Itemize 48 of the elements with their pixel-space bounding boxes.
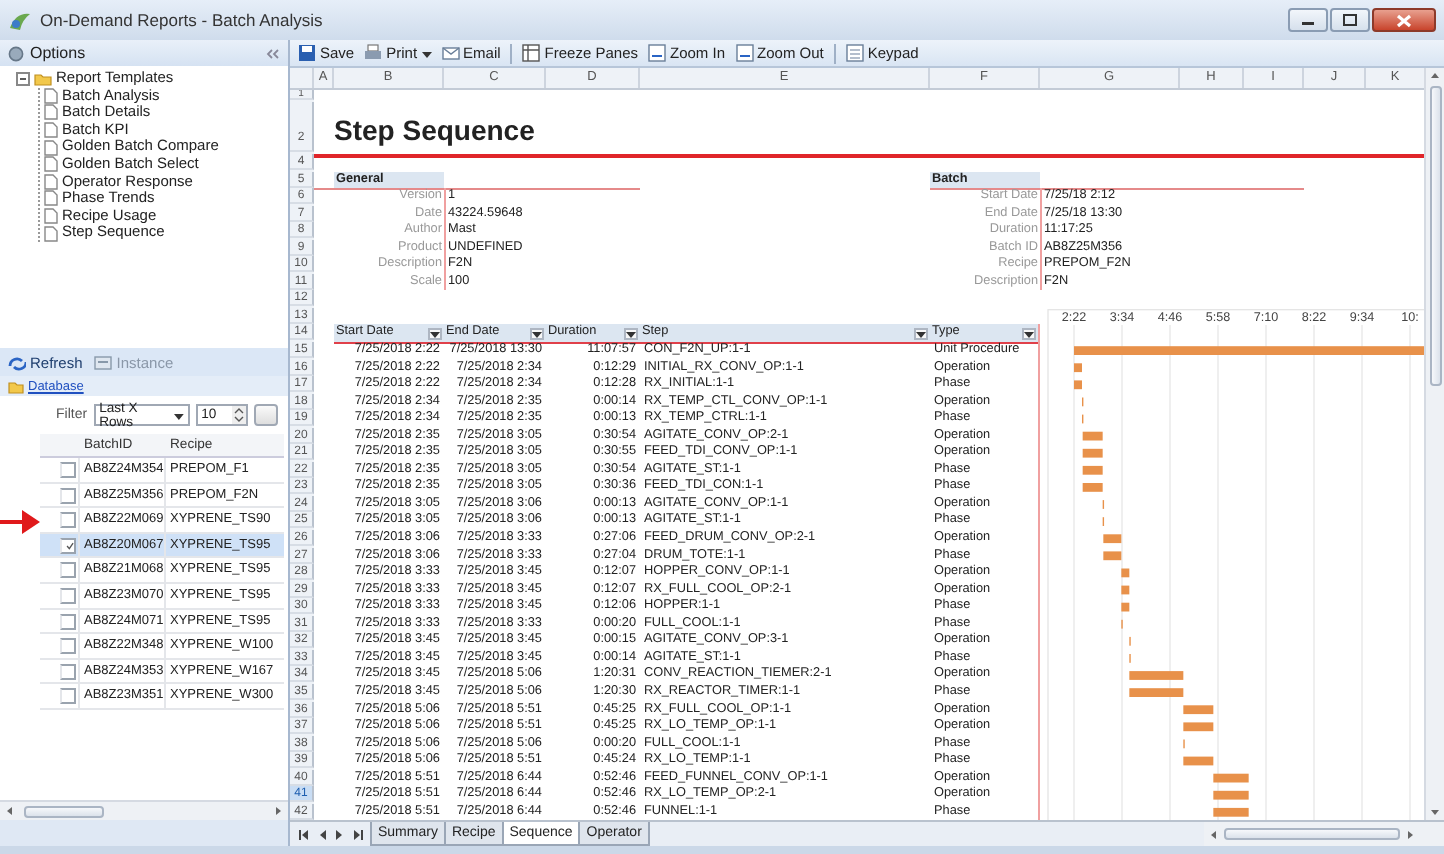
checkbox[interactable] [60, 537, 76, 554]
app-icon [8, 9, 32, 31]
panel-title: Options [30, 44, 86, 62]
caret-icon [173, 411, 184, 419]
checkbox[interactable] [60, 462, 76, 478]
report-title: Step Sequence [334, 112, 537, 150]
checkbox[interactable] [60, 512, 76, 529]
maximize-button[interactable] [1330, 8, 1370, 32]
last-sheet-icon[interactable] [352, 827, 364, 841]
close-icon [1396, 13, 1412, 27]
checkbox[interactable] [60, 562, 76, 579]
filter-button[interactable] [1022, 327, 1036, 340]
refresh-icon [8, 353, 26, 371]
window-icon [94, 353, 113, 371]
checkbox[interactable] [60, 638, 76, 655]
filter-button[interactable] [624, 327, 638, 340]
pointer-arrow [0, 506, 40, 538]
first-sheet-icon[interactable] [298, 827, 310, 841]
printer-icon [364, 44, 383, 62]
caret-icon [421, 49, 432, 57]
save-icon [298, 44, 316, 62]
minimize-button[interactable] [1288, 8, 1328, 32]
checkbox[interactable] [60, 663, 76, 680]
page-icon [735, 44, 754, 62]
folder-icon [34, 71, 52, 86]
window-title: On-Demand Reports - Batch Analysis [40, 10, 323, 30]
previous-sheet-icon[interactable] [316, 827, 328, 841]
options-icon [8, 45, 24, 61]
checkbox[interactable] [60, 613, 76, 630]
filter-button[interactable] [914, 327, 928, 340]
maximize-icon [1342, 14, 1358, 26]
checkbox[interactable] [60, 688, 76, 705]
keypad-icon [845, 44, 864, 62]
vertical-scrollbar[interactable] [1424, 68, 1444, 820]
filter-button[interactable] [428, 327, 442, 340]
checkbox[interactable] [60, 587, 76, 604]
close-button[interactable] [1372, 8, 1436, 32]
page-icon [648, 44, 666, 62]
freeze-panes-icon [522, 44, 541, 62]
horizontal-scrollbar[interactable] [1204, 822, 1444, 846]
collapse-button[interactable] [266, 47, 280, 59]
horizontal-scrollbar[interactable] [0, 800, 288, 820]
expander-icon[interactable] [16, 71, 30, 86]
next-sheet-icon[interactable] [334, 827, 346, 841]
envelope-icon [441, 44, 460, 62]
filter-button[interactable] [530, 327, 544, 340]
checkbox[interactable] [60, 487, 76, 504]
spinner-arrows-icon [231, 406, 246, 424]
